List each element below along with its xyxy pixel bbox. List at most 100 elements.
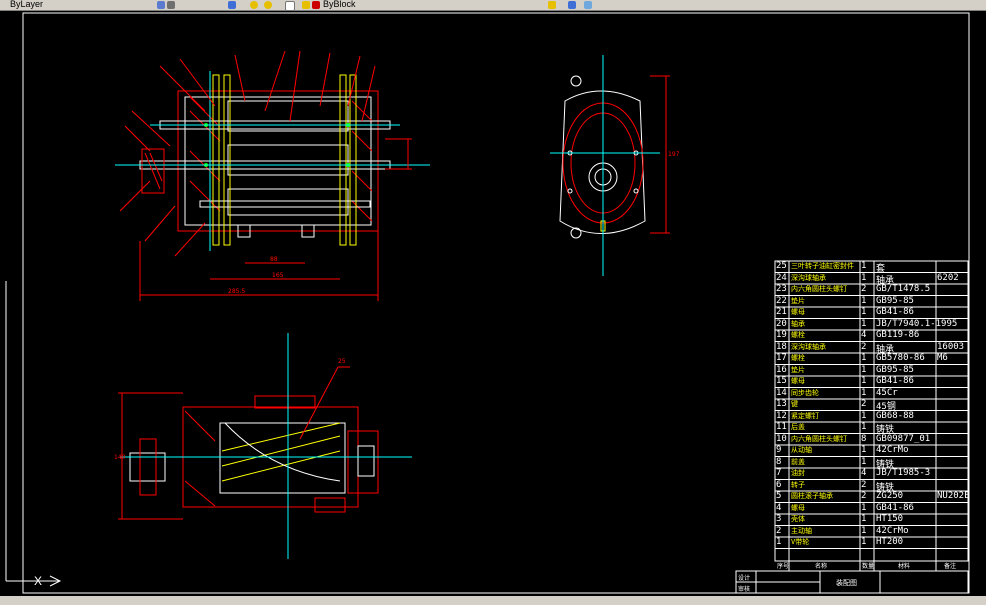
bottom-dimensions xyxy=(118,366,350,520)
table-cell-qty: 1 xyxy=(861,307,867,317)
layer-state-icon[interactable] xyxy=(167,1,175,9)
previous-layer-icon[interactable] xyxy=(568,1,576,9)
table-cell-no: 11 xyxy=(776,422,787,432)
table-cell-no: 6 xyxy=(776,479,782,490)
table-cell-std: 42CrMo xyxy=(876,445,909,455)
table-cell-qty: 2 xyxy=(861,399,867,409)
table-row: 4 螺母 1 GB41-86 xyxy=(775,503,968,515)
layer-walk-icon[interactable] xyxy=(584,1,592,9)
table-row: 2 主动轴 1 42CrMo xyxy=(775,526,968,538)
view-icon[interactable] xyxy=(228,1,236,9)
layer-properties-icon[interactable] xyxy=(157,1,165,9)
table-cell-no: 18 xyxy=(776,341,787,352)
table-cell-no: 10 xyxy=(776,433,787,444)
table-row: 17 螺栓 1 GB5780-86 M6 xyxy=(775,353,968,365)
table-cell-no: 17 xyxy=(776,353,787,363)
table-cell-name: 三叶转子油缸密封件 xyxy=(791,262,854,270)
table-cell-qty: 1 xyxy=(861,537,867,547)
header-std: 材料 xyxy=(898,562,910,570)
table-cell-qty: 1 xyxy=(861,295,867,306)
table-cell-no: 21 xyxy=(776,307,787,317)
dim-bottom-height: 140 xyxy=(114,454,126,461)
table-row: 9 从动轴 1 42CrMo xyxy=(775,445,968,457)
dim-side-height: 197 xyxy=(668,151,680,158)
table-cell-no: 3 xyxy=(776,514,782,524)
table-cell-name: 垫片 xyxy=(791,296,805,305)
header-name: 名称 xyxy=(815,562,827,570)
sun-icon[interactable] xyxy=(250,1,258,9)
table-row: 22 垫片 1 GB95-85 xyxy=(775,296,968,308)
table-cell-qty: 1 xyxy=(861,387,867,398)
ucs-x-label: X xyxy=(34,574,43,588)
table-row: 25 三叶转子油缸密封件 1 套 xyxy=(775,261,968,274)
table-cell-name: 轴承 xyxy=(791,319,805,328)
table-cell-name: 深沟球轴承 xyxy=(791,342,826,351)
table-cell-name: 内六角圆柱头螺钉 xyxy=(791,285,847,293)
table-cell-name: 油封 xyxy=(791,469,805,477)
header-no: 序号 xyxy=(777,562,789,570)
table-cell-std: GB95-85 xyxy=(876,295,914,306)
table-cell-qty: 1 xyxy=(861,376,867,386)
table-cell-rem: NU202E xyxy=(937,491,970,501)
table-row: 19 螺栓 4 GB119-86 xyxy=(775,330,968,342)
table-cell-std: GB41-86 xyxy=(876,502,914,513)
lock-icon[interactable] xyxy=(302,1,310,9)
table-cell-qty: 1 xyxy=(861,261,867,271)
table-cell-name: 主动轴 xyxy=(791,526,812,535)
table-cell-no: 2 xyxy=(776,525,782,536)
table-cell-name: 垫片 xyxy=(791,365,805,374)
title-design-label: 设计 xyxy=(738,574,750,582)
table-cell-std: GB/T1478.5 xyxy=(876,284,931,294)
end-view-dimension xyxy=(650,75,670,234)
callout-bottom: 25 xyxy=(338,358,346,365)
end-view-center-lines xyxy=(550,55,660,276)
table-cell-std: HT150 xyxy=(876,514,904,524)
table-cell-std: GB95-85 xyxy=(876,364,914,375)
table-row: 18 深沟球轴承 2 轴承 16003 xyxy=(775,341,968,355)
table-cell-no: 16 xyxy=(776,364,787,375)
table-row: 7 油封 4 JB/T1985-3 xyxy=(775,468,968,480)
table-cell-no: 5 xyxy=(776,491,782,501)
table-cell-no: 15 xyxy=(776,376,787,386)
table-cell-name: 螺栓 xyxy=(791,331,805,339)
table-row: 10 内六角圆柱头螺钉 8 GB09877_01 xyxy=(775,434,968,446)
table-cell-no: 13 xyxy=(776,399,787,409)
table-cell-std: GB41-86 xyxy=(876,376,914,386)
table-row: 24 深沟球轴承 1 轴承 6202 xyxy=(775,272,968,286)
table-cell-qty: 2 xyxy=(861,341,867,352)
layer-color-icon[interactable] xyxy=(312,1,320,9)
table-row: 20 轴承 1 JB/T7940.1-1995 xyxy=(775,319,968,331)
table-cell-qty: 2 xyxy=(861,479,867,490)
match-icon[interactable] xyxy=(548,1,556,9)
table-cell-no: 22 xyxy=(776,295,787,306)
dim-top-inner: 165 xyxy=(272,272,284,279)
table-cell-no: 24 xyxy=(776,272,787,283)
table-cell-qty: 2 xyxy=(861,491,867,501)
table-cell-name: 螺母 xyxy=(791,503,805,512)
table-row: 23 内六角圆柱头螺钉 2 GB/T1478.5 xyxy=(775,284,968,296)
table-cell-name: 圆柱滚子轴承 xyxy=(791,492,833,500)
table-cell-std: JB/T1985-3 xyxy=(876,468,931,478)
color-swatch-icon[interactable] xyxy=(285,1,295,11)
freeze-icon[interactable] xyxy=(264,1,272,9)
table-cell-no: 7 xyxy=(776,468,782,478)
table-cell-name: 同步齿轮 xyxy=(791,388,819,397)
table-cell-name: 前盖 xyxy=(791,457,805,466)
title-drawing-name: 装配图 xyxy=(836,578,857,587)
table-cell-no: 4 xyxy=(776,502,782,513)
table-cell-qty: 1 xyxy=(861,364,867,375)
table-cell-name: 后盖 xyxy=(791,423,805,431)
table-cell-qty: 2 xyxy=(861,284,867,294)
table-cell-std: GB119-86 xyxy=(876,330,920,340)
table-cell-qty: 1 xyxy=(861,456,867,467)
table-cell-qty: 4 xyxy=(861,330,867,340)
header-rem: 备注 xyxy=(944,562,956,570)
table-cell-qty: 1 xyxy=(861,410,867,421)
top-section-view xyxy=(139,74,391,246)
table-cell-qty: 1 xyxy=(861,318,867,329)
table-cell-no: 19 xyxy=(776,330,787,340)
table-row: 13 键 2 45钢 xyxy=(775,399,968,412)
table-cell-name: 螺栓 xyxy=(791,354,805,362)
layer-dropdown[interactable]: ByLayer xyxy=(10,0,43,10)
table-cell-std: GB41-86 xyxy=(876,307,914,317)
